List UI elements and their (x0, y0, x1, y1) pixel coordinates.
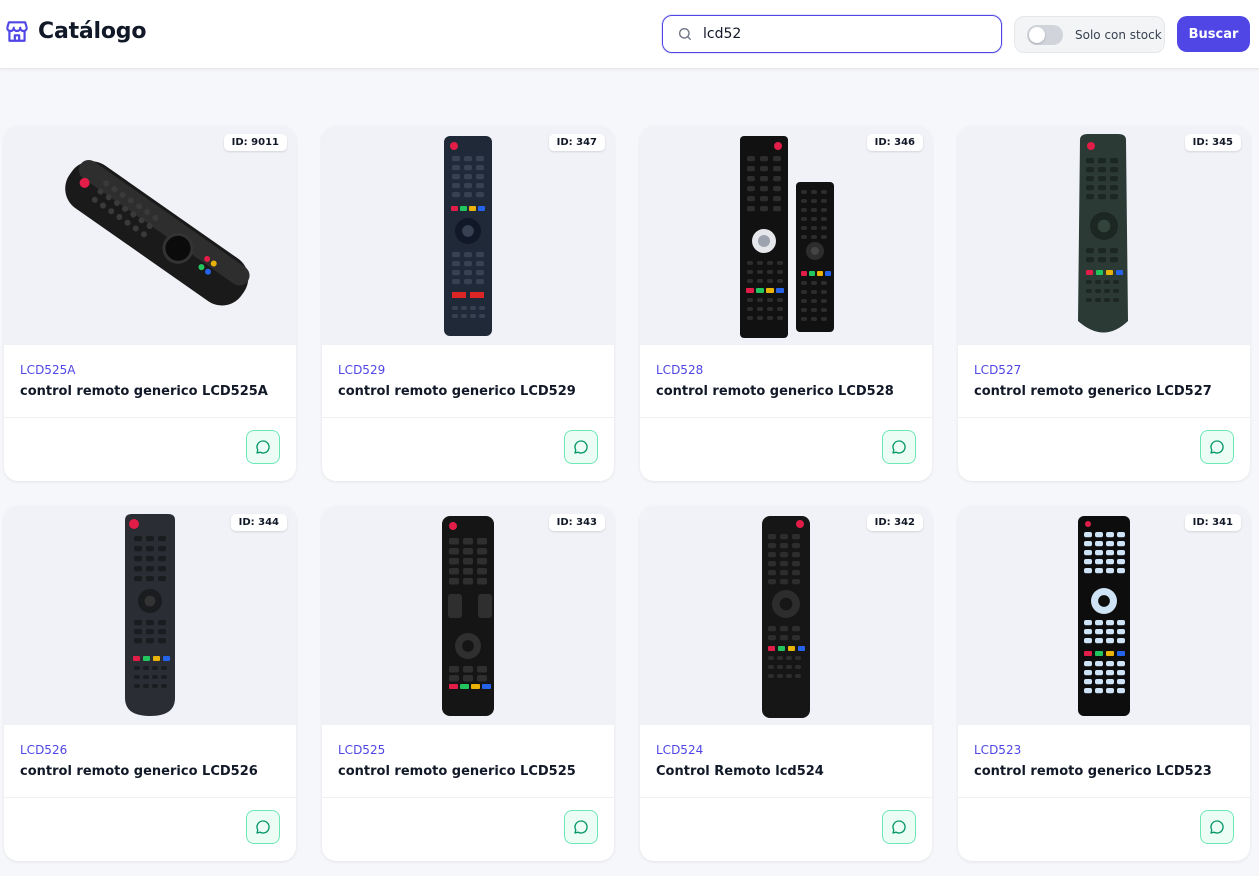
whatsapp-button[interactable] (882, 430, 916, 464)
whatsapp-button[interactable] (882, 810, 916, 844)
product-card[interactable]: ID: 347 LCD529 control remoto generico LCD… (322, 126, 614, 481)
remote-control-image (762, 516, 810, 718)
product-card[interactable]: ID: 346 LCD528 control remoto generico LCD… (640, 126, 932, 481)
product-image[interactable]: ID: 345 (958, 126, 1250, 345)
whatsapp-button[interactable] (564, 810, 598, 844)
card-divider (640, 417, 932, 418)
product-name[interactable]: control remoto generico LCD525A (20, 384, 268, 399)
product-id-badge: ID: 344 (230, 514, 287, 531)
product-card[interactable]: ID: 341 LCD523 control remoto generico LCD… (958, 506, 1250, 861)
search-box[interactable] (662, 15, 1002, 53)
product-name[interactable]: control remoto generico LCD528 (656, 384, 894, 399)
chat-bubble-icon (574, 440, 588, 454)
search-button[interactable]: Buscar (1177, 16, 1250, 52)
product-name[interactable]: control remoto generico LCD523 (974, 764, 1212, 779)
product-image[interactable]: ID: 341 (958, 506, 1250, 725)
product-code: LCD523 (974, 743, 1022, 757)
stock-filter-toggle[interactable]: Solo con stock (1014, 16, 1165, 53)
stock-toggle-switch[interactable] (1027, 24, 1063, 45)
card-divider (958, 797, 1250, 798)
product-code: LCD527 (974, 363, 1022, 377)
product-image[interactable]: ID: 346 (640, 126, 932, 345)
whatsapp-button[interactable] (1200, 430, 1234, 464)
product-id-badge: ID: 341 (1184, 514, 1241, 531)
product-code: LCD525 (338, 743, 386, 757)
remote-control-image (442, 516, 494, 716)
product-code: LCD529 (338, 363, 386, 377)
product-name[interactable]: control remoto generico LCD527 (974, 384, 1212, 399)
card-divider (4, 417, 296, 418)
card-divider (958, 417, 1250, 418)
store-icon (6, 21, 28, 42)
product-code: LCD528 (656, 363, 704, 377)
chat-bubble-icon (256, 440, 270, 454)
product-image[interactable]: ID: 9011 (4, 126, 296, 345)
chat-bubble-icon (892, 440, 906, 454)
product-card[interactable]: ID: 345 LCD527 control remoto generico LCD… (958, 126, 1250, 481)
whatsapp-button[interactable] (564, 430, 598, 464)
whatsapp-button[interactable] (246, 430, 280, 464)
product-card[interactable]: ID: 343 LCD525 control remoto generico LCD… (322, 506, 614, 861)
page-title: Catálogo (38, 18, 147, 44)
remote-control-image (740, 136, 834, 338)
product-id-badge: ID: 343 (548, 514, 605, 531)
product-code: LCD524 (656, 743, 704, 757)
product-code: LCD526 (20, 743, 68, 757)
search-icon (679, 28, 691, 40)
product-id-badge: ID: 342 (866, 514, 923, 531)
chat-bubble-icon (892, 820, 906, 834)
brand[interactable]: Catálogo (4, 18, 146, 44)
product-code: LCD525A (20, 363, 76, 377)
product-card[interactable]: ID: 344 LCD526 control remoto generico LCD… (4, 506, 296, 861)
card-divider (4, 797, 296, 798)
card-divider (322, 797, 614, 798)
whatsapp-button[interactable] (1200, 810, 1234, 844)
product-name[interactable]: control remoto generico LCD526 (20, 764, 258, 779)
product-image[interactable]: ID: 347 (322, 126, 614, 345)
top-bar: Catálogo Solo con stock Buscar (0, 0, 1259, 69)
product-id-badge: ID: 9011 (223, 134, 287, 151)
remote-control-image (125, 514, 175, 716)
chat-bubble-icon (256, 820, 270, 834)
search-input[interactable] (703, 26, 983, 42)
remote-control-image (65, 159, 250, 306)
remote-control-image (1078, 134, 1128, 333)
stock-toggle-label: Solo con stock (1075, 27, 1162, 42)
product-name[interactable]: control remoto generico LCD529 (338, 384, 576, 399)
product-card[interactable]: ID: 342 LCD524 Control Remoto lcd524 (640, 506, 932, 861)
chat-bubble-icon (1210, 440, 1224, 454)
card-divider (322, 417, 614, 418)
product-name[interactable]: Control Remoto lcd524 (656, 764, 824, 779)
product-card[interactable]: ID: 9011 LCD525A control remoto generico L… (4, 126, 296, 481)
whatsapp-button[interactable] (246, 810, 280, 844)
product-name[interactable]: control remoto generico LCD525 (338, 764, 576, 779)
chat-bubble-icon (574, 820, 588, 834)
product-id-badge: ID: 347 (548, 134, 605, 151)
card-divider (640, 797, 932, 798)
product-image[interactable]: ID: 344 (4, 506, 296, 725)
product-image[interactable]: ID: 342 (640, 506, 932, 725)
product-id-badge: ID: 345 (1184, 134, 1241, 151)
product-image[interactable]: ID: 343 (322, 506, 614, 725)
remote-control-image (1078, 516, 1130, 716)
remote-control-image (444, 136, 492, 336)
product-id-badge: ID: 346 (866, 134, 923, 151)
product-grid: ID: 9011 LCD525A control remoto generico L… (4, 126, 1250, 861)
chat-bubble-icon (1210, 820, 1224, 834)
